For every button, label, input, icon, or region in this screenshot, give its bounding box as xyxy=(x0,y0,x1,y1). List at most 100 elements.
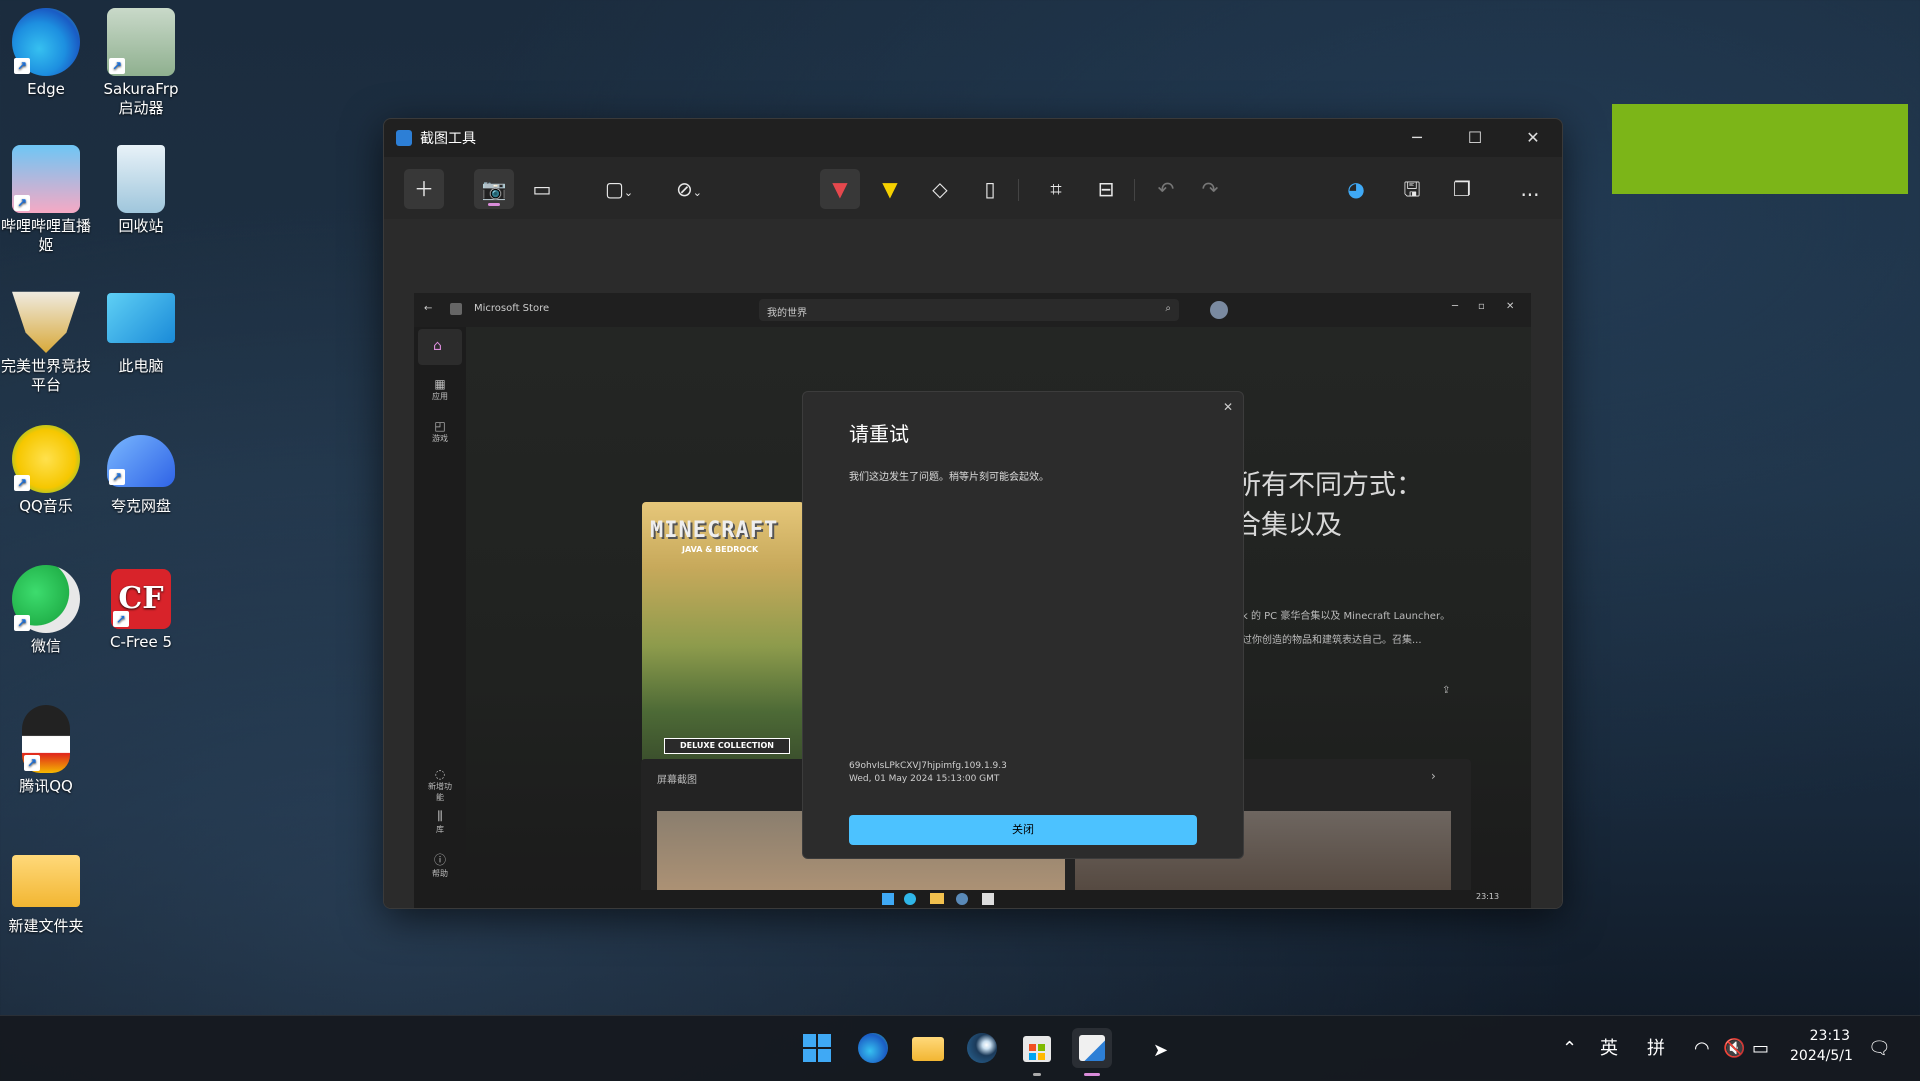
desktop-icon-quark-drive[interactable]: ↗ 夸克网盘 xyxy=(95,425,187,516)
notification-icon[interactable]: 🗨 xyxy=(1868,1016,1891,1081)
windows-start-icon xyxy=(882,893,894,905)
store-search-value: 我的世界 xyxy=(767,308,807,319)
store-app-name: Microsoft Store xyxy=(474,303,550,314)
eraser-icon: ◇ xyxy=(932,177,948,201)
snipping-tool-icon xyxy=(1079,1035,1105,1061)
captured-store-screenshot: ← Microsoft Store 我的世界 ⌕ ─ ▫ ✕ ⌂ ▦ 应用 ◰ 游戏… xyxy=(414,293,1531,908)
store-search-box: 我的世界 ⌕ xyxy=(759,299,1179,321)
ime-language[interactable]: 英 xyxy=(1600,1016,1618,1081)
desc-line2: 过你创造的物品和建筑表达自己。召集... xyxy=(1242,635,1422,646)
timer-off-icon: ⊘ xyxy=(676,177,693,201)
desktop-icon-tencent-qq[interactable]: ↗ 腾讯QQ xyxy=(0,705,92,796)
desktop-icon-label: QQ音乐 xyxy=(19,497,73,515)
qq-music-icon: ↗ xyxy=(12,425,80,493)
highlighter-icon: ▼ xyxy=(882,177,898,201)
battery-icon[interactable]: ▭ xyxy=(1752,1016,1769,1081)
taskbar-edge[interactable] xyxy=(853,1028,893,1068)
paint-button[interactable]: ◕ xyxy=(1336,169,1376,209)
taskbar-steam[interactable] xyxy=(962,1028,1002,1068)
windows-start-icon xyxy=(803,1034,831,1062)
desktop-icon-sakurafrp[interactable]: ↗ SakuraFrp 启动器 xyxy=(95,8,187,118)
share-icon: ⇪ xyxy=(1442,685,1451,696)
ballpoint-pen-button[interactable]: ▼ xyxy=(820,169,860,209)
store-games-item: ◰ 游戏 xyxy=(426,419,454,444)
search-icon: ⌕ xyxy=(1165,303,1171,314)
toolbar-divider xyxy=(1018,179,1019,201)
desktop-icon-bilibili-live[interactable]: ↗ 哔哩哔哩直播姬 xyxy=(0,145,92,255)
text-actions-icon: ⊟ xyxy=(1097,177,1115,201)
bell-icon: ◌ xyxy=(434,767,446,781)
undo-button[interactable]: ↶ xyxy=(1146,169,1186,209)
new-snip-button[interactable]: ＋ xyxy=(404,169,444,209)
avatar xyxy=(1210,301,1228,319)
store-minimize-icon: ─ xyxy=(1452,301,1459,312)
toolbar-divider xyxy=(1134,179,1135,201)
plus-icon: ＋ xyxy=(414,177,434,201)
eraser-button[interactable]: ◇ xyxy=(920,169,960,209)
close-button[interactable]: ✕ xyxy=(1504,119,1562,157)
green-overlay-block xyxy=(1612,104,1908,194)
chevron-right-icon: › xyxy=(1431,769,1436,783)
highlighter-button[interactable]: ▼ xyxy=(870,169,910,209)
desktop-icon-label: 腾讯QQ xyxy=(19,777,73,795)
desktop-icon-recycle-bin[interactable]: 回收站 xyxy=(95,145,187,236)
desktop-icon-label: 完美世界竞技平台 xyxy=(0,357,91,394)
ruler-button[interactable]: ▯ xyxy=(970,169,1010,209)
desktop-icon-cfree[interactable]: CF ↗ C-Free 5 xyxy=(95,565,187,652)
taskbar-file-explorer[interactable] xyxy=(908,1028,948,1068)
video-icon: ▭ xyxy=(532,177,552,201)
dialog-error-code: 69ohvIsLPkCXVJ7hjpimfg.109.1.9.3 Wed, 01… xyxy=(849,760,1007,786)
store-icon xyxy=(982,893,994,905)
active-indicator xyxy=(1084,1073,1100,1076)
desktop-icon-edge[interactable]: ↗ Edge xyxy=(0,8,92,99)
camera-icon: 📷 xyxy=(481,177,507,201)
taskbar-ms-store[interactable] xyxy=(1017,1028,1057,1076)
chevron-down-icon: ⌄ xyxy=(623,186,634,199)
delay-dropdown[interactable]: ⊘⌄ xyxy=(662,169,716,209)
chevron-down-icon: ⌄ xyxy=(692,186,702,199)
desktop-icon-this-pc[interactable]: 此电脑 xyxy=(95,285,187,376)
copy-button[interactable]: ❐ xyxy=(1442,169,1482,209)
more-icon: ... xyxy=(1520,177,1540,201)
maximize-button[interactable]: ☐ xyxy=(1446,119,1504,157)
cfree-icon: CF ↗ xyxy=(111,569,171,629)
desktop-icon-new-folder[interactable]: 新建文件夹 xyxy=(0,845,92,936)
clock[interactable]: 23:13 2024/5/1 xyxy=(1790,1026,1853,1066)
paint-icon: ◕ xyxy=(1347,177,1365,201)
rectangle-mode-icon: ▢ xyxy=(604,177,624,201)
store-home-item: ⌂ xyxy=(418,329,462,365)
desktop-icon-wechat[interactable]: ↗ 微信 xyxy=(0,565,92,656)
dialog-message: 我们这边发生了问题。稍等片刻可能会起效。 xyxy=(849,472,1049,483)
screenshot-mode-button[interactable]: 📷 xyxy=(474,169,514,209)
wifi-icon[interactable]: ◠ xyxy=(1694,1016,1710,1081)
text-actions-button[interactable]: ⊟ xyxy=(1086,169,1126,209)
volume-muted-icon[interactable]: 🔇 xyxy=(1723,1016,1745,1081)
ime-mode[interactable]: 拼 xyxy=(1647,1016,1665,1081)
desktop-icon-label: 此电脑 xyxy=(118,357,164,375)
apps-icon: ▦ xyxy=(434,377,446,391)
minimize-button[interactable]: ─ xyxy=(1388,119,1446,157)
video-mode-button[interactable]: ▭ xyxy=(522,169,562,209)
sakurafrp-icon: ↗ xyxy=(107,8,175,76)
taskbar-snipping-tool[interactable] xyxy=(1072,1028,1112,1076)
error-dialog: ✕ 请重试 我们这边发生了问题。稍等片刻可能会起效。 69ohvIsLPkCXV… xyxy=(802,391,1244,859)
redo-button[interactable]: ↷ xyxy=(1190,169,1230,209)
folder-icon xyxy=(930,893,944,904)
crop-button[interactable]: ⌗ xyxy=(1036,169,1076,209)
show-hidden-icons-button[interactable]: ⌃ xyxy=(1562,1016,1577,1081)
help-icon: ⓘ xyxy=(433,853,446,867)
snipping-tool-window: 截图工具 ─ ☐ ✕ ＋ 📷 ▭ ▢⌄ ⊘⌄ ▼ ▼ ◇ ▯ ⌗ ⊟ ↶ ↷ ◕… xyxy=(383,118,1563,909)
snip-shape-dropdown[interactable]: ▢⌄ xyxy=(592,169,646,209)
save-button[interactable]: 🖫 xyxy=(1392,169,1432,209)
start-button[interactable] xyxy=(797,1028,837,1068)
more-button[interactable]: ... xyxy=(1510,169,1550,209)
captured-taskbar: 23:13 xyxy=(414,890,1531,908)
back-arrow-icon: ← xyxy=(424,303,433,314)
dialog-close-icon: ✕ xyxy=(1222,400,1233,414)
desktop-icon-qq-music[interactable]: ↗ QQ音乐 xyxy=(0,425,92,516)
minecraft-cover: MINECRAFT JAVA & BEDROCK DELUXE COLLECTI… xyxy=(642,502,804,764)
store-apps-item: ▦ 应用 xyxy=(426,377,454,402)
desktop-icon-perfect-world[interactable]: 完美世界竞技平台 xyxy=(0,285,92,395)
recycle-bin-icon xyxy=(117,145,165,213)
clock-date: 2024/5/1 xyxy=(1790,1048,1853,1064)
